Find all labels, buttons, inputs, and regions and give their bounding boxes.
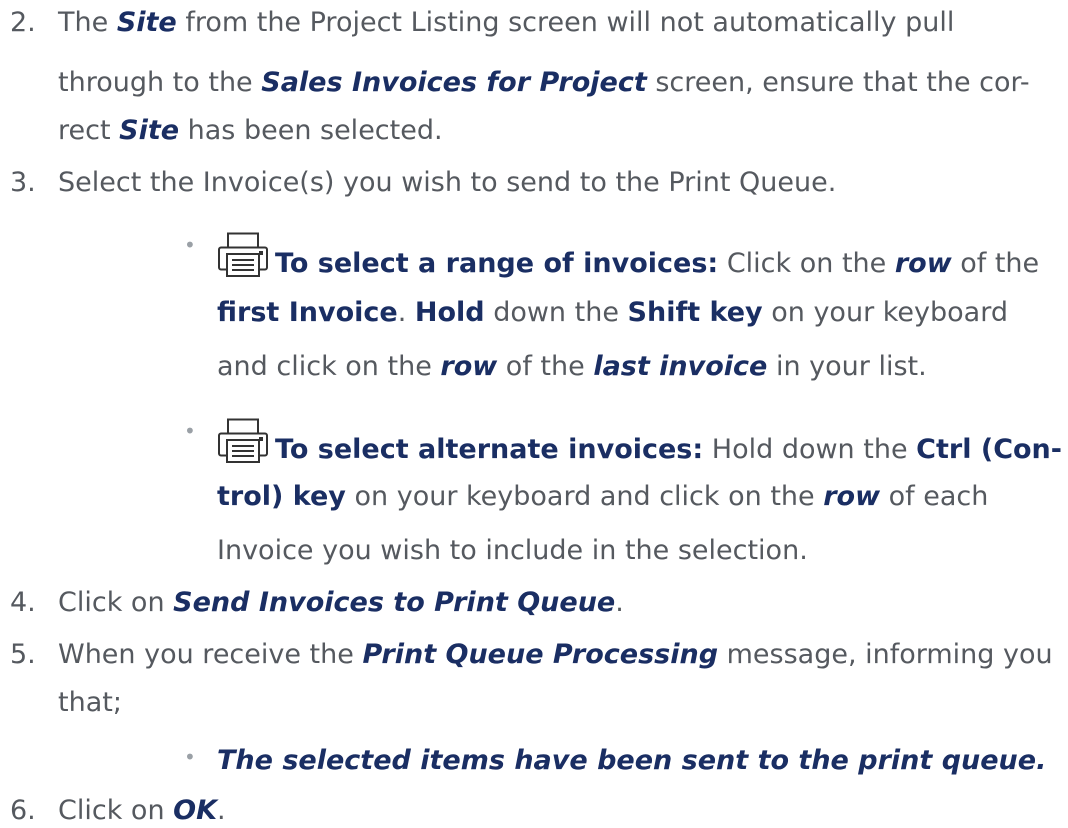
step-number: 2.: [10, 7, 36, 38]
bullet-heading: To select alternate invoices:: [275, 434, 704, 465]
sales-invoices-for-project-term: Sales Invoices for Project: [261, 67, 647, 98]
bullet-dot: •: [184, 233, 196, 257]
bullet-dot: •: [184, 419, 196, 443]
step-number: 6.: [10, 795, 36, 826]
step-number: 4.: [10, 587, 36, 618]
printer-icon: [218, 232, 268, 277]
site-term: Site: [116, 7, 177, 38]
step-number: 3.: [10, 167, 36, 198]
bullet-heading: To select a range of invoices:: [275, 248, 719, 279]
step-number: 5.: [10, 639, 36, 670]
print-queue-processing-term: Print Queue Processing: [362, 639, 719, 670]
step-text-line-1: The Site from the Project Listing screen…: [58, 7, 955, 38]
site-term: Site: [119, 115, 180, 146]
instruction-document: 2. The Site from the Project Listing scr…: [10, 7, 1062, 826]
step-text: Select the Invoice(s) you wish to send t…: [58, 167, 837, 198]
send-invoices-term: Send Invoices to Print Queue: [173, 587, 616, 618]
bullet-dot: •: [184, 745, 196, 769]
printer-icon: [218, 418, 268, 463]
confirmation-message: The selected items have been sent to the…: [217, 745, 1047, 776]
ok-term: OK: [173, 795, 218, 826]
